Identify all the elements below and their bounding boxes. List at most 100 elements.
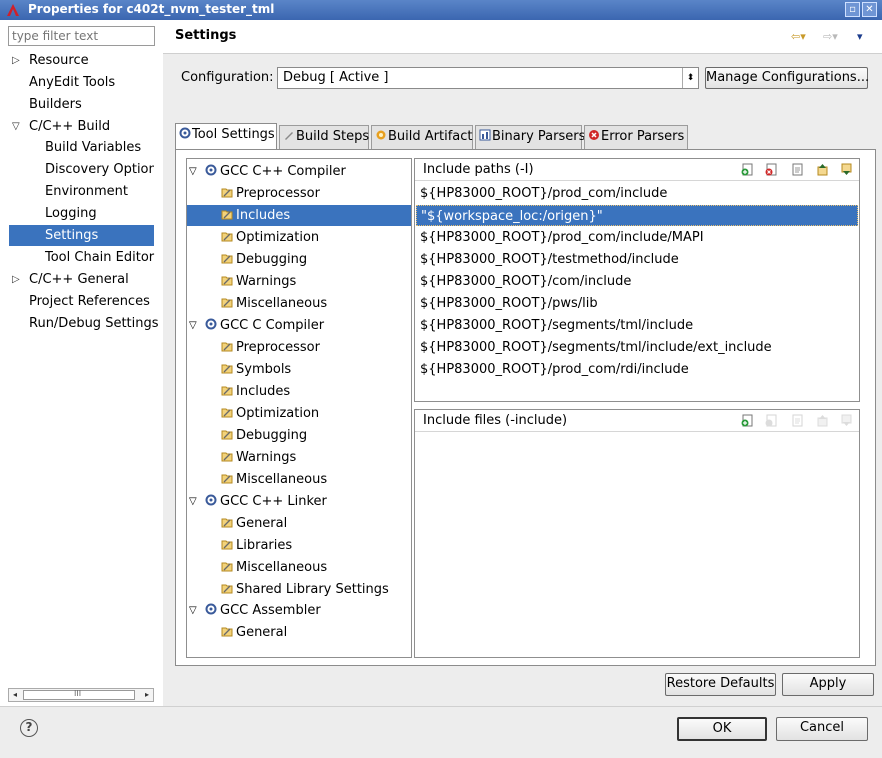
ok-button[interactable]: OK [677,717,767,741]
scroll-right-icon[interactable]: ▸ [141,689,153,701]
include-path-row[interactable]: ${HP83000_ROOT}/prod_com/rdi/include [416,359,858,380]
tree-item[interactable]: Debugging [221,425,307,446]
tool-option-icon [221,210,233,220]
gear-icon [205,318,217,330]
include-path-row[interactable]: ${HP83000_ROOT}/prod_com/include/MAPI [416,227,858,248]
include-path-row[interactable]: ${HP83000_ROOT}/prod_com/include [416,183,858,204]
tool-option-icon [221,276,233,286]
edit-icon[interactable] [791,414,804,427]
nav-item-anyedit-tools[interactable]: AnyEdit Tools [9,72,154,93]
move-up-icon[interactable] [816,414,829,427]
collapse-icon[interactable]: ▽ [12,116,20,137]
configuration-select[interactable]: Debug [ Active ] ⬍ [277,67,699,89]
nav-item-run-debug-settings[interactable]: Run/Debug Settings [9,313,159,334]
tree-group[interactable]: ▽ GCC C++ Compiler [189,161,346,182]
include-path-row[interactable]: ${HP83000_ROOT}/com/include [416,271,858,292]
include-path-row[interactable]: ${HP83000_ROOT}/testmethod/include [416,249,858,270]
nav-item-environment[interactable]: Environment [9,181,154,202]
include-path-row[interactable]: ${HP83000_ROOT}/segments/tml/include [416,315,858,336]
tree-item[interactable]: Miscellaneous [221,469,327,490]
maximize-button[interactable]: ▫ [845,2,860,17]
tree-item[interactable]: Miscellaneous [221,293,327,314]
tree-item[interactable]: Symbols [221,359,291,380]
include-files-list[interactable]: Include files (-include) [414,409,860,658]
build-steps-icon [285,132,293,140]
expand-icon[interactable]: ▷ [12,50,20,71]
tree-item[interactable]: Miscellaneous [221,557,327,578]
nav-item-cpp-build[interactable]: ▽ C/C++ Build [9,116,154,137]
dropdown-icon[interactable]: ⬍ [682,68,698,88]
nav-horizontal-scrollbar[interactable]: ◂ III ▸ [8,688,154,702]
tab-build-artifact[interactable]: Build Artifact [371,125,473,149]
include-paths-list[interactable]: Include paths (-I) ${HP83000_ROOT}/prod_… [414,158,860,402]
manage-configurations-button[interactable]: Manage Configurations... [705,67,869,89]
tool-option-icon [221,562,233,572]
include-files-header: Include files (-include) [415,410,859,432]
delete-icon[interactable] [765,163,778,176]
tab-binary-parsers[interactable]: Binary Parsers [475,125,585,149]
move-up-icon[interactable] [816,163,829,176]
tree-item[interactable]: Shared Library Settings [221,579,389,600]
expand-icon[interactable]: ▷ [12,269,20,290]
tree-item-label: Optimization [236,406,320,421]
delete-icon[interactable] [765,414,778,427]
back-icon[interactable]: ⇦▾ [791,30,806,43]
tree-item[interactable]: Debugging [221,249,307,270]
tree-item[interactable]: General [221,513,287,534]
scroll-thumb[interactable]: III [23,689,135,700]
nav-item-settings[interactable]: Settings [9,225,154,246]
tool-option-icon [221,627,233,637]
tab-build-steps[interactable]: Build Steps [279,125,369,149]
tree-item[interactable]: Preprocessor [221,183,320,204]
tree-item[interactable]: Warnings [221,447,296,468]
view-menu-icon[interactable]: ▾ [857,30,863,43]
tree-item[interactable]: Libraries [221,535,292,556]
close-button[interactable]: ✕ [862,2,877,17]
include-path-row[interactable]: ${HP83000_ROOT}/segments/tml/include/ext… [416,337,858,358]
add-icon[interactable] [741,163,754,176]
apply-button[interactable]: Apply [782,673,874,696]
collapse-icon[interactable]: ▽ [189,161,197,182]
restore-defaults-button[interactable]: Restore Defaults [665,673,776,696]
cancel-button[interactable]: Cancel [776,717,868,741]
filter-input[interactable] [8,26,155,46]
move-down-icon[interactable] [840,163,853,176]
nav-item-resource[interactable]: ▷ Resource [9,50,154,71]
tree-item[interactable]: General [221,622,287,643]
nav-item-tool-chain-editor[interactable]: Tool Chain Editor [9,247,154,268]
scroll-left-icon[interactable]: ◂ [9,689,21,701]
tool-settings-icon [179,127,191,139]
tool-option-icon [221,540,233,550]
tree-group[interactable]: ▽ GCC Assembler [189,600,321,621]
tab-error-parsers[interactable]: Error Parsers [584,125,688,149]
help-icon[interactable]: ? [20,719,38,737]
tree-item[interactable]: Optimization [221,403,319,424]
nav-item-build-variables[interactable]: Build Variables [9,137,154,158]
tree-item[interactable]: Preprocessor [221,337,320,358]
nav-item-project-references[interactable]: Project References [9,291,154,312]
nav-item-discovery-options[interactable]: Discovery Options [9,159,154,180]
add-icon[interactable] [741,414,754,427]
tree-group-label: GCC C++ Compiler [220,164,346,179]
move-down-icon[interactable] [840,414,853,427]
include-path-row[interactable]: ${HP83000_ROOT}/pws/lib [416,293,858,314]
nav-item-cpp-general[interactable]: ▷ C/C++ General [9,269,154,290]
tree-item-label: General [236,516,288,531]
include-path-row[interactable]: "${workspace_loc:/origen}" [416,205,858,226]
collapse-icon[interactable]: ▽ [189,315,197,336]
tool-option-icon [221,386,233,396]
collapse-icon[interactable]: ▽ [189,491,197,512]
nav-item-logging[interactable]: Logging [9,203,154,224]
tree-item[interactable]: Warnings [221,271,296,292]
tree-item[interactable]: Includes [187,205,411,226]
edit-icon[interactable] [791,163,804,176]
tool-settings-tree[interactable]: ▽ GCC C++ Compiler Preprocessor Includes Opt… [186,158,412,658]
nav-item-builders[interactable]: Builders [9,94,154,115]
tree-group[interactable]: ▽ GCC C Compiler [189,315,324,336]
tab-tool-settings[interactable]: Tool Settings [175,123,277,150]
collapse-icon[interactable]: ▽ [189,600,197,621]
tree-group[interactable]: ▽ GCC C++ Linker [189,491,327,512]
tree-item[interactable]: Includes [221,381,290,402]
forward-icon[interactable]: ⇨▾ [823,30,838,43]
tree-item[interactable]: Optimization [221,227,319,248]
